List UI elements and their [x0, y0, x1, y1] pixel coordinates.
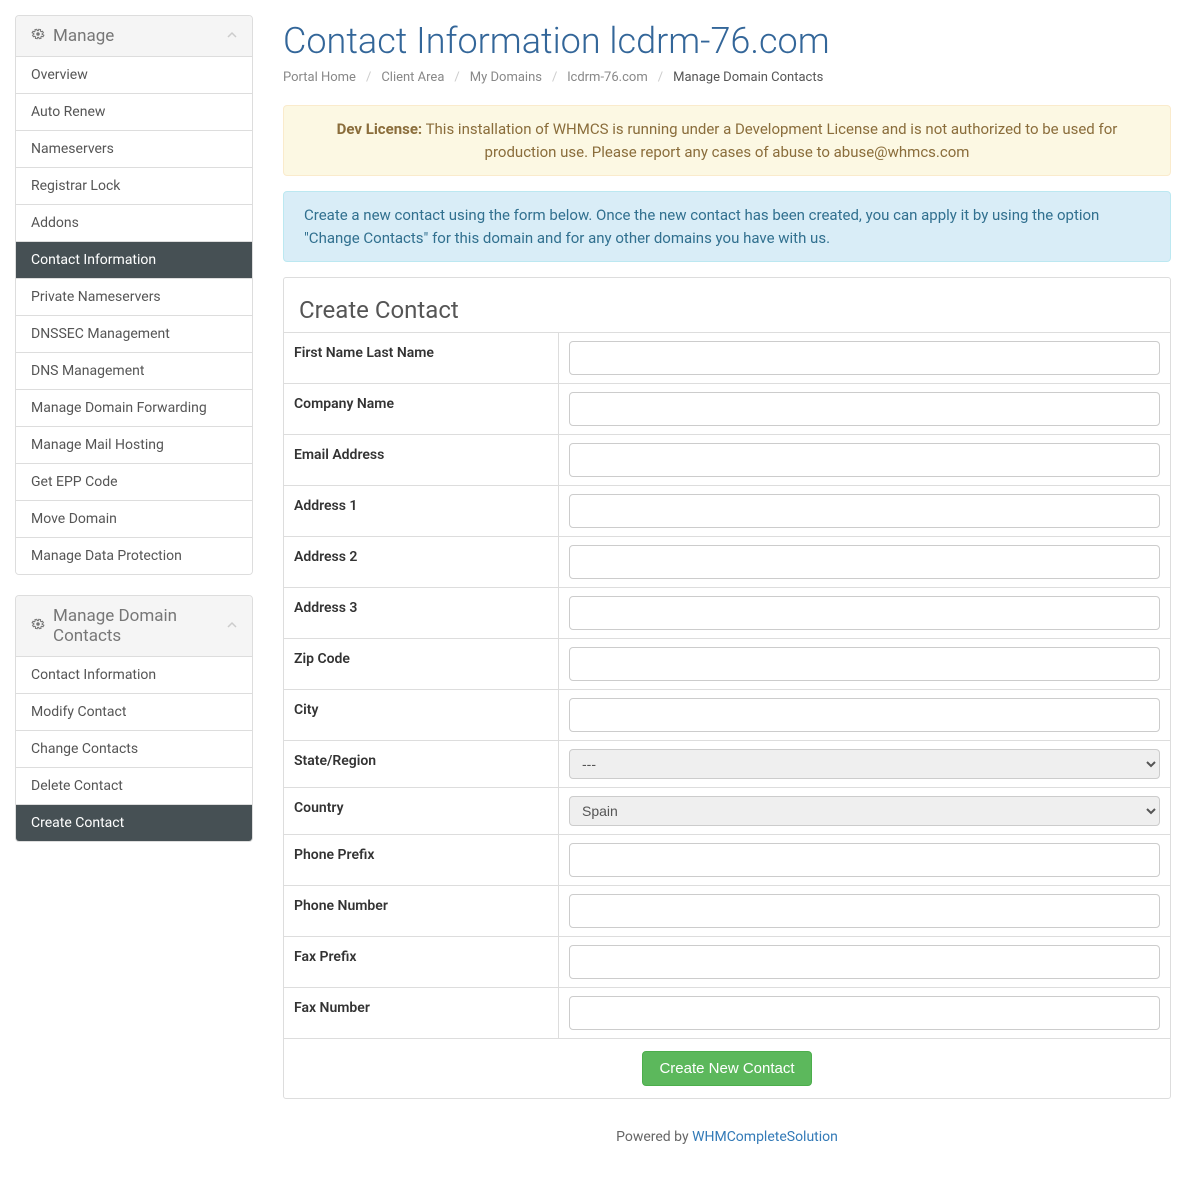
manage-list: OverviewAuto RenewNameserversRegistrar L…: [16, 57, 252, 574]
form-row-0: First Name Last Name: [284, 332, 1170, 383]
contacts-panel-title: Manage Domain Contacts: [53, 606, 227, 646]
form-input-7[interactable]: [569, 698, 1160, 732]
sidebar-item-manage-4[interactable]: Addons: [16, 204, 252, 241]
form-row-11: Phone Number: [284, 885, 1170, 936]
sidebar-item-contacts-0[interactable]: Contact Information: [16, 657, 252, 693]
sidebar-item-manage-13[interactable]: Manage Data Protection: [16, 537, 252, 574]
breadcrumb-link-1[interactable]: Client Area: [381, 70, 444, 85]
form-input-3[interactable]: [569, 494, 1160, 528]
form-input-13[interactable]: [569, 996, 1160, 1030]
breadcrumb-link-0[interactable]: Portal Home: [283, 70, 356, 85]
form-input-6[interactable]: [569, 647, 1160, 681]
form-row-7: City: [284, 689, 1170, 740]
sidebar-item-manage-10[interactable]: Manage Mail Hosting: [16, 426, 252, 463]
form-input-1[interactable]: [569, 392, 1160, 426]
form-label-7: City: [284, 690, 559, 740]
chevron-up-icon: [227, 28, 237, 44]
sidebar-item-contacts-1[interactable]: Modify Contact: [16, 693, 252, 730]
contacts-list: Contact InformationModify ContactChange …: [16, 657, 252, 841]
form-input-4[interactable]: [569, 545, 1160, 579]
breadcrumb-item-2: My Domains: [444, 70, 542, 85]
form-heading: Create Contact: [299, 296, 1155, 324]
manage-panel: Manage OverviewAuto RenewNameserversRegi…: [15, 15, 253, 575]
footer-link[interactable]: WHMCompleteSolution: [692, 1129, 838, 1145]
form-label-3: Address 1: [284, 486, 559, 536]
form-select-9[interactable]: Spain: [569, 796, 1160, 826]
form-input-0[interactable]: [569, 341, 1160, 375]
chevron-up-icon: [227, 618, 237, 634]
form-row-3: Address 1: [284, 485, 1170, 536]
sidebar-item-manage-2[interactable]: Nameservers: [16, 130, 252, 167]
gear-icon: [31, 616, 45, 636]
dev-license-text: This installation of WHMCS is running un…: [422, 120, 1117, 161]
form-row-5: Address 3: [284, 587, 1170, 638]
footer-prefix: Powered by: [616, 1129, 692, 1145]
sidebar-item-manage-8[interactable]: DNS Management: [16, 352, 252, 389]
dev-license-alert: Dev License: This installation of WHMCS …: [283, 105, 1171, 176]
form-row-6: Zip Code: [284, 638, 1170, 689]
sidebar-item-manage-5[interactable]: Contact Information: [16, 241, 252, 278]
form-row-12: Fax Prefix: [284, 936, 1170, 987]
create-contact-form: Create Contact First Name Last NameCompa…: [283, 277, 1171, 1099]
form-label-2: Email Address: [284, 435, 559, 485]
sidebar: Manage OverviewAuto RenewNameserversRegi…: [15, 15, 253, 862]
breadcrumb-link-3[interactable]: lcdrm-76.com: [567, 70, 647, 85]
sidebar-item-manage-7[interactable]: DNSSEC Management: [16, 315, 252, 352]
breadcrumb-item-1: Client Area: [356, 70, 444, 85]
sidebar-item-manage-1[interactable]: Auto Renew: [16, 93, 252, 130]
breadcrumb-item-4: Manage Domain Contacts: [648, 70, 824, 85]
breadcrumb-link-2[interactable]: My Domains: [470, 70, 542, 85]
form-input-11[interactable]: [569, 894, 1160, 928]
form-label-8: State/Region: [284, 741, 559, 787]
gear-icon: [31, 26, 45, 46]
form-row-13: Fax Number: [284, 987, 1170, 1038]
form-label-6: Zip Code: [284, 639, 559, 689]
form-label-12: Fax Prefix: [284, 937, 559, 987]
breadcrumb-current: Manage Domain Contacts: [673, 70, 823, 85]
breadcrumb-item-0: Portal Home: [283, 70, 356, 85]
dev-license-label: Dev License:: [337, 120, 423, 138]
form-label-11: Phone Number: [284, 886, 559, 936]
form-row-9: Country Spain: [284, 787, 1170, 834]
sidebar-item-manage-3[interactable]: Registrar Lock: [16, 167, 252, 204]
footer: Powered by WHMCompleteSolution: [283, 1124, 1171, 1170]
form-input-12[interactable]: [569, 945, 1160, 979]
contacts-panel: Manage Domain Contacts Contact Informati…: [15, 595, 253, 842]
create-contact-button[interactable]: Create New Contact: [642, 1051, 811, 1086]
form-label-1: Company Name: [284, 384, 559, 434]
form-input-10[interactable]: [569, 843, 1160, 877]
main-content: Contact Information lcdrm-76.com Portal …: [283, 15, 1171, 1170]
form-label-13: Fax Number: [284, 988, 559, 1038]
breadcrumb-item-3: lcdrm-76.com: [542, 70, 648, 85]
form-select-8[interactable]: ---: [569, 749, 1160, 779]
form-row-4: Address 2: [284, 536, 1170, 587]
manage-panel-heading[interactable]: Manage: [16, 16, 252, 57]
form-row-10: Phone Prefix: [284, 834, 1170, 885]
form-label-10: Phone Prefix: [284, 835, 559, 885]
form-label-0: First Name Last Name: [284, 333, 559, 383]
form-input-2[interactable]: [569, 443, 1160, 477]
form-row-2: Email Address: [284, 434, 1170, 485]
sidebar-item-manage-9[interactable]: Manage Domain Forwarding: [16, 389, 252, 426]
form-input-5[interactable]: [569, 596, 1160, 630]
sidebar-item-contacts-3[interactable]: Delete Contact: [16, 767, 252, 804]
form-label-9: Country: [284, 788, 559, 834]
form-row-1: Company Name: [284, 383, 1170, 434]
breadcrumb: Portal Home Client Area My Domains lcdrm-76…: [283, 70, 1171, 85]
sidebar-item-manage-6[interactable]: Private Nameservers: [16, 278, 252, 315]
form-row-8: State/Region ---: [284, 740, 1170, 787]
form-label-4: Address 2: [284, 537, 559, 587]
info-alert: Create a new contact using the form belo…: [283, 191, 1171, 262]
sidebar-item-manage-0[interactable]: Overview: [16, 57, 252, 93]
sidebar-item-contacts-4[interactable]: Create Contact: [16, 804, 252, 841]
page-title: Contact Information lcdrm-76.com: [283, 20, 1171, 62]
sidebar-item-manage-11[interactable]: Get EPP Code: [16, 463, 252, 500]
manage-panel-title: Manage: [53, 26, 114, 46]
contacts-panel-heading[interactable]: Manage Domain Contacts: [16, 596, 252, 657]
sidebar-item-manage-12[interactable]: Move Domain: [16, 500, 252, 537]
form-label-5: Address 3: [284, 588, 559, 638]
sidebar-item-contacts-2[interactable]: Change Contacts: [16, 730, 252, 767]
